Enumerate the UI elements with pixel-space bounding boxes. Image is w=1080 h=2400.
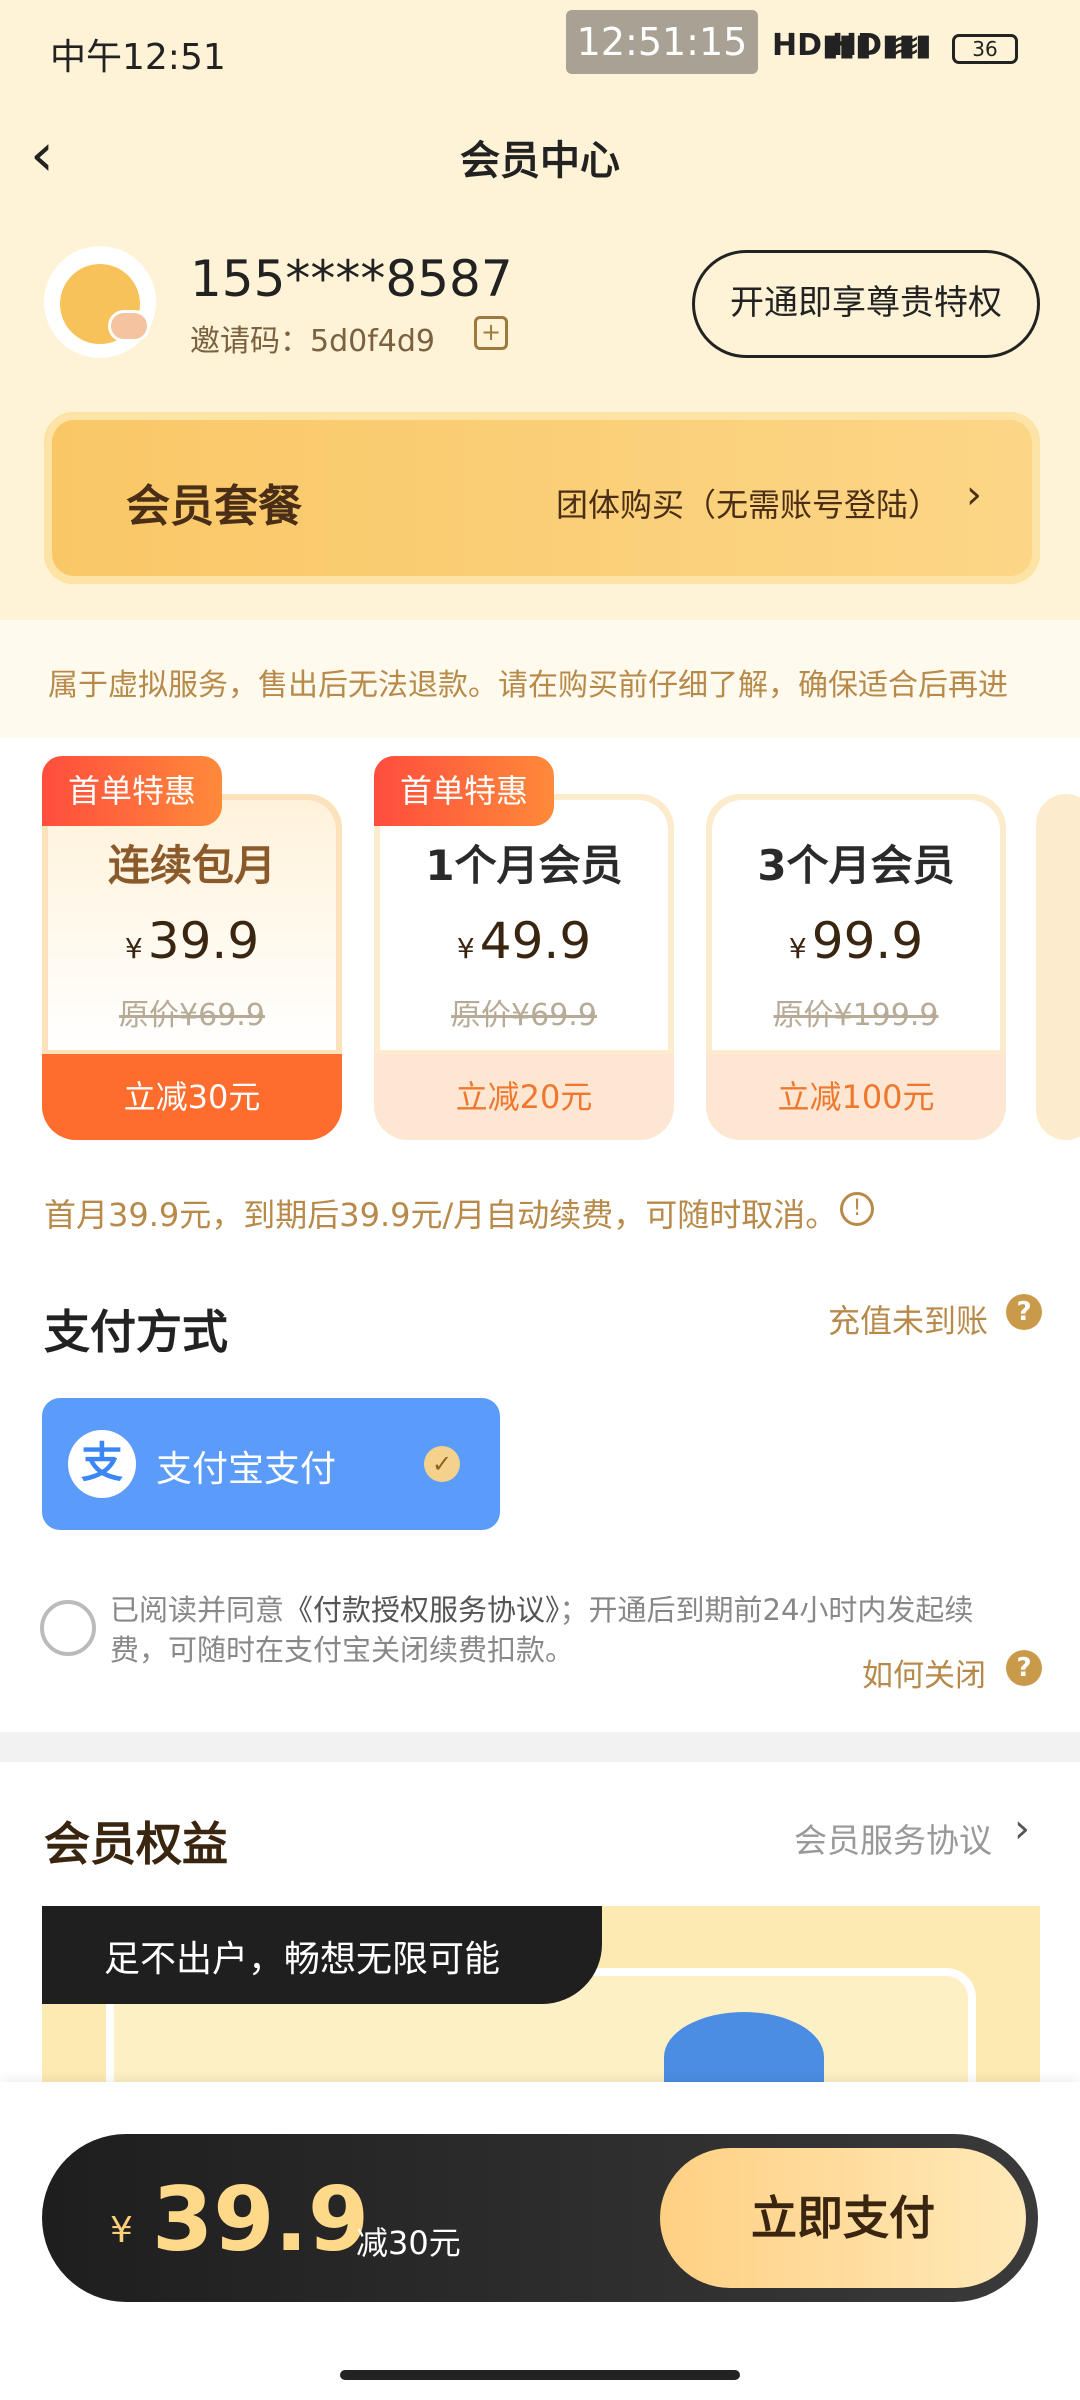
discount-label: 立减20元 xyxy=(374,1054,674,1140)
avatar-badge xyxy=(108,310,150,342)
help-icon[interactable]: ? xyxy=(1006,1294,1042,1330)
alipay-icon: 支 xyxy=(68,1430,136,1498)
original-price: 原价¥199.9 xyxy=(773,998,939,1033)
pay-now-button[interactable]: 立即支付 xyxy=(660,2148,1026,2288)
renewal-note: 首月39.9元，到期后39.9元/月自动续费，可随时取消。 xyxy=(44,1196,838,1234)
first-order-badge: 首单特惠 xyxy=(374,756,555,826)
currency-symbol: ¥ xyxy=(456,932,475,965)
plan-price: ¥ 49.9 xyxy=(374,912,674,970)
help-icon[interactable]: ? xyxy=(1006,1650,1042,1686)
info-icon[interactable]: ! xyxy=(840,1192,874,1226)
privilege-button[interactable]: 开通即享尊贵特权 xyxy=(692,250,1040,358)
agreement-radio[interactable] xyxy=(40,1600,96,1656)
original-price: 原价¥69.9 xyxy=(119,998,265,1033)
total-amount: 39.9 xyxy=(152,2168,370,2271)
discount-label: 立减100元 xyxy=(706,1054,1006,1140)
wifi-icon: ≋ xyxy=(892,26,921,66)
invite-code: 邀请码：5d0f4d9 xyxy=(190,324,435,359)
plan-price: ¥ 99.9 xyxy=(706,912,1006,970)
battery-icon: 36 xyxy=(952,34,1018,64)
benefit-label: 足不出户，畅想无限可能 xyxy=(104,1939,501,1980)
discount-label: 立减30元 xyxy=(42,1054,342,1140)
clock-pill: 12:51:15 xyxy=(566,10,758,74)
first-order-badge: 首单特惠 xyxy=(42,756,223,826)
original-price: 原价¥69.9 xyxy=(451,998,597,1033)
chevron-right-icon[interactable]: › xyxy=(1014,1806,1030,1852)
plan-banner-title: 会员套餐 xyxy=(126,481,302,532)
plan-card-partial[interactable] xyxy=(1036,794,1080,1140)
price-value: 39.9 xyxy=(147,912,260,970)
alipay-label: 支付宝支付 xyxy=(156,1449,337,1490)
plan-name: 连续包月 xyxy=(107,841,276,890)
payment-method-title: 支付方式 xyxy=(44,1305,228,1359)
recharge-issue-link[interactable]: 充值未到账 xyxy=(828,1296,988,1342)
plan-card-3-month[interactable]: 3个月会员 ¥ 99.9 原价¥199.9 立减100元 xyxy=(706,794,1006,1140)
group-buy-link[interactable]: 团体购买（无需账号登陆） xyxy=(556,480,940,526)
agreement-prefix: 已阅读并同意 xyxy=(110,1593,285,1627)
notice-text: 属于虚拟服务，售出后无法退款。请在购买前仔细了解，确保适合后再进 xyxy=(48,668,1008,703)
check-icon: ✓ xyxy=(424,1446,460,1482)
agreement-link[interactable]: 《付款授权服务协议》 xyxy=(284,1593,560,1627)
how-to-close-link[interactable]: 如何关闭 xyxy=(862,1650,986,1695)
plan-name: 3个月会员 xyxy=(757,841,955,890)
currency-symbol: ¥ xyxy=(124,932,143,965)
page-title: 会员中心 xyxy=(460,138,620,184)
status-time: 中午12:51 xyxy=(50,37,226,78)
home-indicator[interactable] xyxy=(340,2370,740,2380)
user-phone: 155****8587 xyxy=(190,250,513,308)
price-value: 49.9 xyxy=(479,912,592,970)
plan-price: ¥ 39.9 xyxy=(42,912,342,970)
avatar[interactable] xyxy=(44,246,156,358)
price-value: 99.9 xyxy=(811,912,924,970)
currency-symbol: ¥ xyxy=(788,932,807,965)
plan-name: 1个月会员 xyxy=(425,841,623,890)
service-agreement-link[interactable]: 会员服务协议 xyxy=(794,1814,992,1862)
plan-card-monthly-auto[interactable]: 连续包月 ¥ 39.9 原价¥69.9 立减30元 xyxy=(42,794,342,1140)
benefits-title: 会员权益 xyxy=(44,1817,228,1871)
copy-icon[interactable]: + xyxy=(474,316,508,350)
section-divider xyxy=(0,1732,1080,1762)
chevron-right-icon[interactable]: › xyxy=(966,472,982,518)
plan-card-1-month[interactable]: 1个月会员 ¥ 49.9 原价¥69.9 立减20元 xyxy=(374,794,674,1140)
total-currency: ¥ xyxy=(110,2210,133,2251)
total-discount: 减30元 xyxy=(356,2224,461,2262)
